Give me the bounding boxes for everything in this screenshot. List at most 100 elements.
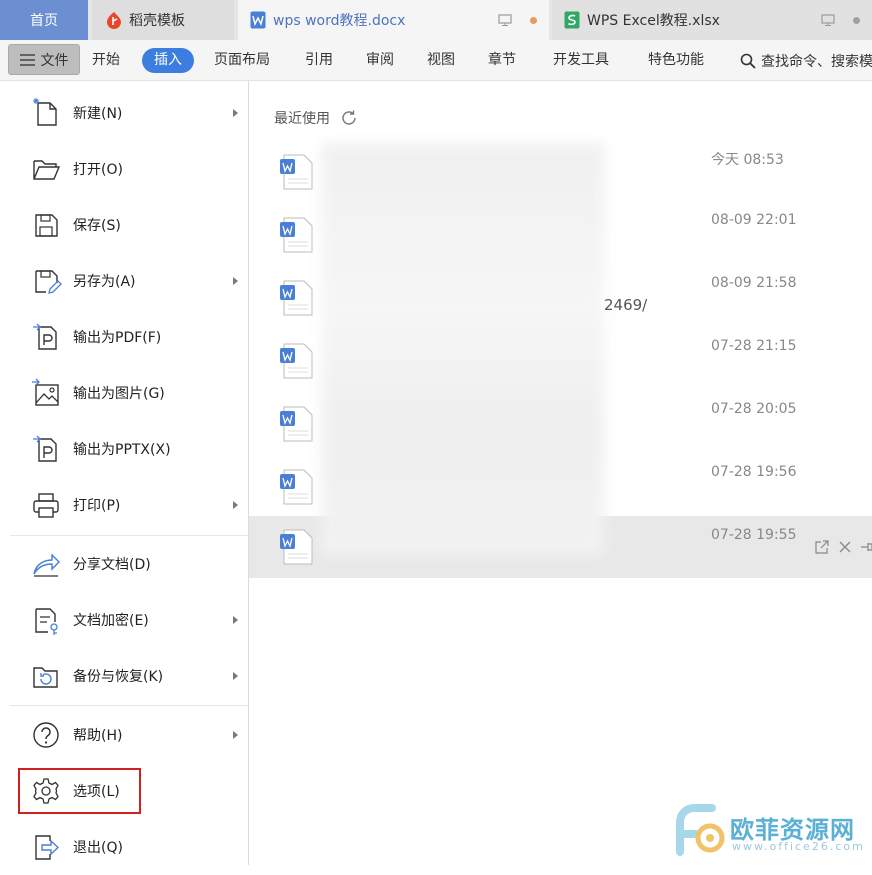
menu-chapter[interactable]: 章节 (488, 40, 516, 81)
tab-spreadsheet-status (821, 0, 860, 40)
menu-item-help-label: 帮助(H) (73, 728, 123, 744)
save-icon (35, 214, 58, 237)
file-dropdown-menu: 新建(N) 打开(O) 保存(S) 另存为(A) 输出为PDF(F) 输出为图片… (10, 81, 249, 865)
menu-page-layout[interactable]: 页面布局 (214, 40, 270, 81)
options-highlight-box (18, 768, 141, 814)
tab-spreadsheet-label: WPS Excel教程.xlsx (587, 13, 720, 29)
menu-bar: 文件 开始 插入 页面布局 引用 审阅 视图 章节 开发工具 特色功能 查找命令… (0, 40, 872, 81)
tab-spreadsheet[interactable]: WPS Excel教程.xlsx (552, 0, 872, 40)
search-icon (740, 53, 756, 69)
tab-document[interactable]: wps word教程.docx (238, 0, 549, 40)
menu-item-backup[interactable]: 备份与恢复(K) (10, 648, 248, 704)
file-time: 07-28 19:56 (711, 464, 797, 480)
menu-item-print[interactable]: 打印(P) (10, 477, 248, 533)
menu-item-export-pptx[interactable]: 输出为PPTX(X) (10, 421, 248, 477)
excel-doc-icon (564, 11, 580, 29)
monitor-icon[interactable] (821, 14, 835, 26)
tab-home[interactable]: 首页 (0, 0, 88, 40)
menu-divider (10, 705, 248, 706)
daoke-logo-icon (107, 12, 121, 29)
file-time: 07-28 19:55 (711, 527, 797, 543)
menu-item-help[interactable]: 帮助(H) (10, 707, 248, 763)
row-actions (815, 540, 872, 554)
menu-item-new[interactable]: 新建(N) (10, 85, 248, 141)
tab-daoke[interactable]: 稻壳模板 (92, 0, 234, 40)
menu-item-print-label: 打印(P) (73, 498, 121, 514)
menu-item-save-label: 保存(S) (73, 218, 121, 234)
submenu-arrow-icon (233, 501, 238, 509)
tab-document-label: wps word教程.docx (273, 13, 406, 29)
menu-item-export-pptx-label: 输出为PPTX(X) (73, 442, 171, 458)
word-doc-icon (280, 154, 313, 190)
search-placeholder: 查找命令、搜索模 (761, 53, 872, 70)
file-time: 07-28 21:15 (711, 338, 797, 354)
menu-item-encrypt-label: 文档加密(E) (73, 613, 149, 629)
menu-developer[interactable]: 开发工具 (553, 40, 609, 81)
file-menu-button[interactable]: 文件 (8, 44, 80, 75)
submenu-arrow-icon (233, 277, 238, 285)
menu-references[interactable]: 引用 (305, 40, 333, 81)
file-time: 08-09 22:01 (711, 212, 797, 228)
tab-daoke-label: 稻壳模板 (129, 13, 185, 29)
word-doc-icon (280, 406, 313, 442)
word-doc-icon (280, 343, 313, 379)
menu-item-exit-label: 退出(Q) (73, 840, 123, 856)
menu-item-exit[interactable]: 退出(Q) (10, 819, 248, 875)
menu-item-save[interactable]: 保存(S) (10, 197, 248, 253)
recent-files-title: 最近使用 (274, 111, 330, 127)
menu-item-export-pdf-label: 输出为PDF(F) (73, 330, 162, 346)
export-pptx-icon (33, 435, 57, 462)
new-doc-icon (33, 98, 57, 126)
word-doc-icon (280, 469, 313, 505)
printer-icon (33, 493, 59, 518)
open-location-icon[interactable] (815, 540, 829, 554)
refresh-icon[interactable] (340, 109, 358, 127)
menu-view[interactable]: 视图 (427, 40, 455, 81)
menu-review[interactable]: 审阅 (366, 40, 394, 81)
menu-item-new-label: 新建(N) (73, 106, 123, 122)
hamburger-icon (19, 53, 35, 66)
menu-item-save-as[interactable]: 另存为(A) (10, 253, 248, 309)
blurred-file-names (321, 143, 605, 555)
unsaved-dot-icon[interactable] (530, 16, 537, 24)
menu-item-open-label: 打开(O) (73, 162, 123, 178)
watermark: 欧菲资源网 www.office26.com (668, 800, 872, 860)
recent-files-header: 最近使用 (274, 108, 358, 128)
menu-start[interactable]: 开始 (92, 40, 120, 81)
menu-item-encrypt[interactable]: 文档加密(E) (10, 592, 248, 648)
tab-home-label: 首页 (30, 13, 58, 29)
menu-item-open[interactable]: 打开(O) (10, 141, 248, 197)
menu-insert[interactable]: 插入 (142, 48, 194, 73)
help-icon (33, 722, 59, 748)
menu-item-backup-label: 备份与恢复(K) (73, 669, 164, 685)
close-icon[interactable] (839, 541, 851, 553)
watermark-logo-icon (676, 804, 725, 856)
word-doc-icon (280, 217, 313, 253)
file-time: 今天 08:53 (711, 152, 784, 168)
word-doc-icon (280, 529, 313, 565)
submenu-arrow-icon (233, 616, 238, 624)
backup-icon (33, 667, 58, 688)
word-doc-icon (250, 11, 266, 29)
tab-bar: 首页 稻壳模板 wps word教程.docx WPS Excel教程.xlsx (0, 0, 872, 40)
watermark-url: www.office26.com (732, 840, 865, 853)
submenu-arrow-icon (233, 731, 238, 739)
command-search[interactable]: 查找命令、搜索模 (740, 40, 872, 81)
tab-document-status (498, 0, 537, 40)
pin-icon[interactable] (861, 541, 872, 553)
menu-special-features[interactable]: 特色功能 (648, 40, 704, 81)
menu-item-export-pdf[interactable]: 输出为PDF(F) (10, 309, 248, 365)
menu-item-share[interactable]: 分享文档(D) (10, 536, 248, 592)
menu-item-share-label: 分享文档(D) (73, 557, 151, 573)
encrypt-icon (35, 608, 58, 635)
menu-item-export-image[interactable]: 输出为图片(G) (10, 365, 248, 421)
folder-open-icon (33, 160, 61, 180)
save-as-icon (35, 270, 62, 294)
file-menu-label: 文件 (40, 52, 69, 69)
export-image-icon (32, 378, 59, 406)
file-time: 08-09 21:58 (711, 275, 797, 291)
file-path-fragment: 2469/ (604, 296, 648, 314)
monitor-icon[interactable] (498, 14, 512, 26)
saved-dot-icon[interactable] (853, 16, 860, 24)
export-pdf-icon (33, 323, 57, 350)
